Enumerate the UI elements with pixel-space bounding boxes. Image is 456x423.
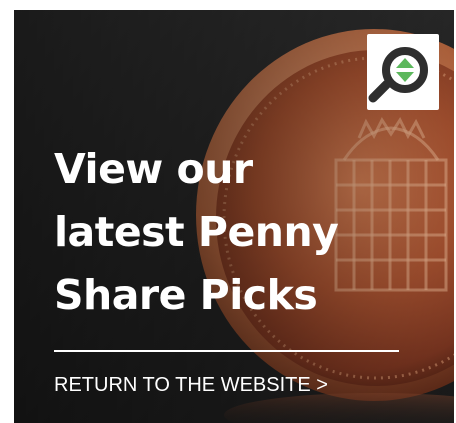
penny-share-ad-banner[interactable]: View our latest Penny Share Picks RETURN… bbox=[14, 10, 454, 423]
headline-line-2: latest Penny bbox=[54, 208, 339, 256]
headline: View our latest Penny Share Picks bbox=[54, 138, 434, 327]
magnifier-logo-badge bbox=[367, 34, 439, 110]
magnifier-up-down-arrows-icon bbox=[368, 47, 428, 103]
headline-line-1: View our bbox=[54, 145, 253, 193]
divider-line bbox=[54, 350, 399, 352]
headline-line-3: Share Picks bbox=[54, 271, 318, 319]
return-to-website-link[interactable]: RETURN TO THE WEBSITE > bbox=[54, 373, 328, 397]
